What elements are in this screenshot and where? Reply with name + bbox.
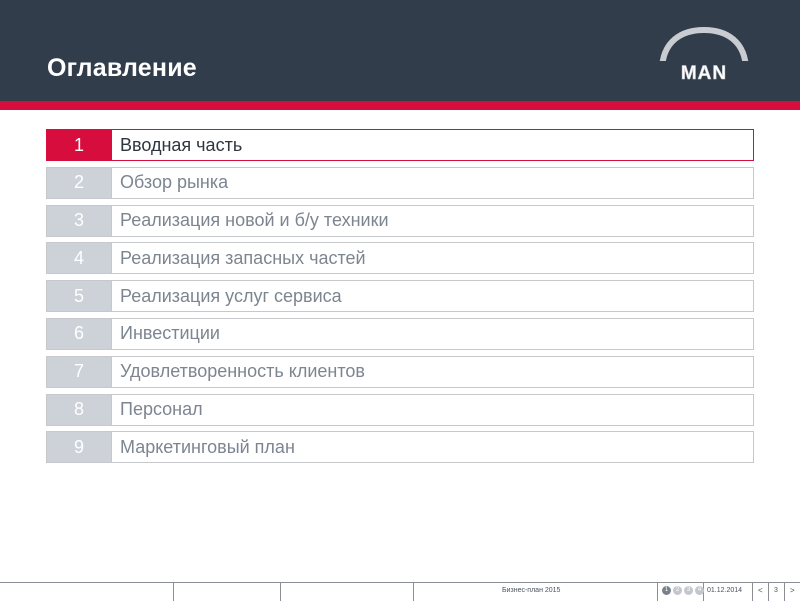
toc-item-number: 4 bbox=[47, 243, 111, 274]
toc-item-number: 6 bbox=[47, 318, 111, 349]
toc-item-label: Вводная часть bbox=[111, 130, 753, 160]
footer-date: 01.12.2014 bbox=[707, 587, 743, 594]
page-title: Оглавление bbox=[47, 54, 197, 82]
toc-item-2[interactable]: 2 Обзор рынка bbox=[46, 166, 754, 199]
toc-item-6[interactable]: 6 Инвестиции bbox=[46, 317, 754, 350]
table-of-contents: 1 Вводная часть 2 Обзор рынка 3 Реализация но… bbox=[46, 129, 754, 469]
toc-item-number: 3 bbox=[47, 205, 111, 236]
section-dot-4[interactable]: 4 bbox=[695, 586, 704, 595]
toc-item-number: 9 bbox=[47, 432, 111, 463]
section-dot-3[interactable]: 3 bbox=[684, 586, 693, 595]
section-indicator: 1234 bbox=[662, 586, 704, 595]
next-slide-button[interactable]: > bbox=[790, 586, 795, 595]
toc-item-1[interactable]: 1 Вводная часть bbox=[46, 129, 754, 161]
footer-divider bbox=[173, 583, 174, 601]
toc-item-label: Реализация услуг сервиса bbox=[111, 281, 753, 312]
toc-item-number: 7 bbox=[47, 356, 111, 387]
toc-item-label: Персонал bbox=[111, 394, 753, 425]
man-logo-text: MAN bbox=[681, 63, 727, 83]
footer-divider bbox=[768, 583, 769, 601]
prev-slide-button[interactable]: < bbox=[758, 586, 763, 595]
toc-item-label: Обзор рынка bbox=[111, 167, 753, 198]
footer-divider bbox=[413, 583, 414, 601]
man-logo: MAN bbox=[655, 27, 753, 83]
toc-item-5[interactable]: 5 Реализация услуг сервиса bbox=[46, 280, 754, 313]
toc-item-number: 5 bbox=[47, 281, 111, 312]
section-dot-2[interactable]: 2 bbox=[673, 586, 682, 595]
footer-bar: Бизнес-план 2015 1234 01.12.2014 < 3 > bbox=[0, 582, 800, 601]
toc-item-7[interactable]: 7 Удовлетворенность клиентов bbox=[46, 355, 754, 388]
toc-item-number: 8 bbox=[47, 394, 111, 425]
footer-divider bbox=[784, 583, 785, 601]
header-accent-stripe bbox=[0, 101, 800, 110]
footer-divider bbox=[752, 583, 753, 601]
toc-item-label: Маркетинговый план bbox=[111, 432, 753, 463]
toc-item-9[interactable]: 9 Маркетинговый план bbox=[46, 431, 754, 464]
toc-item-label: Реализация запасных частей bbox=[111, 243, 753, 274]
toc-item-number: 2 bbox=[47, 167, 111, 198]
toc-item-label: Инвестиции bbox=[111, 318, 753, 349]
toc-item-number: 1 bbox=[47, 130, 111, 160]
footer-divider bbox=[657, 583, 658, 601]
section-dot-1[interactable]: 1 bbox=[662, 586, 671, 595]
toc-item-3[interactable]: 3 Реализация новой и б/у техники bbox=[46, 204, 754, 237]
toc-item-label: Реализация новой и б/у техники bbox=[111, 205, 753, 236]
toc-item-4[interactable]: 4 Реализация запасных частей bbox=[46, 242, 754, 275]
header-bar: Оглавление MAN bbox=[0, 0, 800, 101]
page-number: 3 bbox=[774, 587, 778, 594]
footer-divider bbox=[280, 583, 281, 601]
toc-item-label: Удовлетворенность клиентов bbox=[111, 356, 753, 387]
toc-item-8[interactable]: 8 Персонал bbox=[46, 393, 754, 426]
footer-document-title: Бизнес-план 2015 bbox=[502, 587, 561, 594]
